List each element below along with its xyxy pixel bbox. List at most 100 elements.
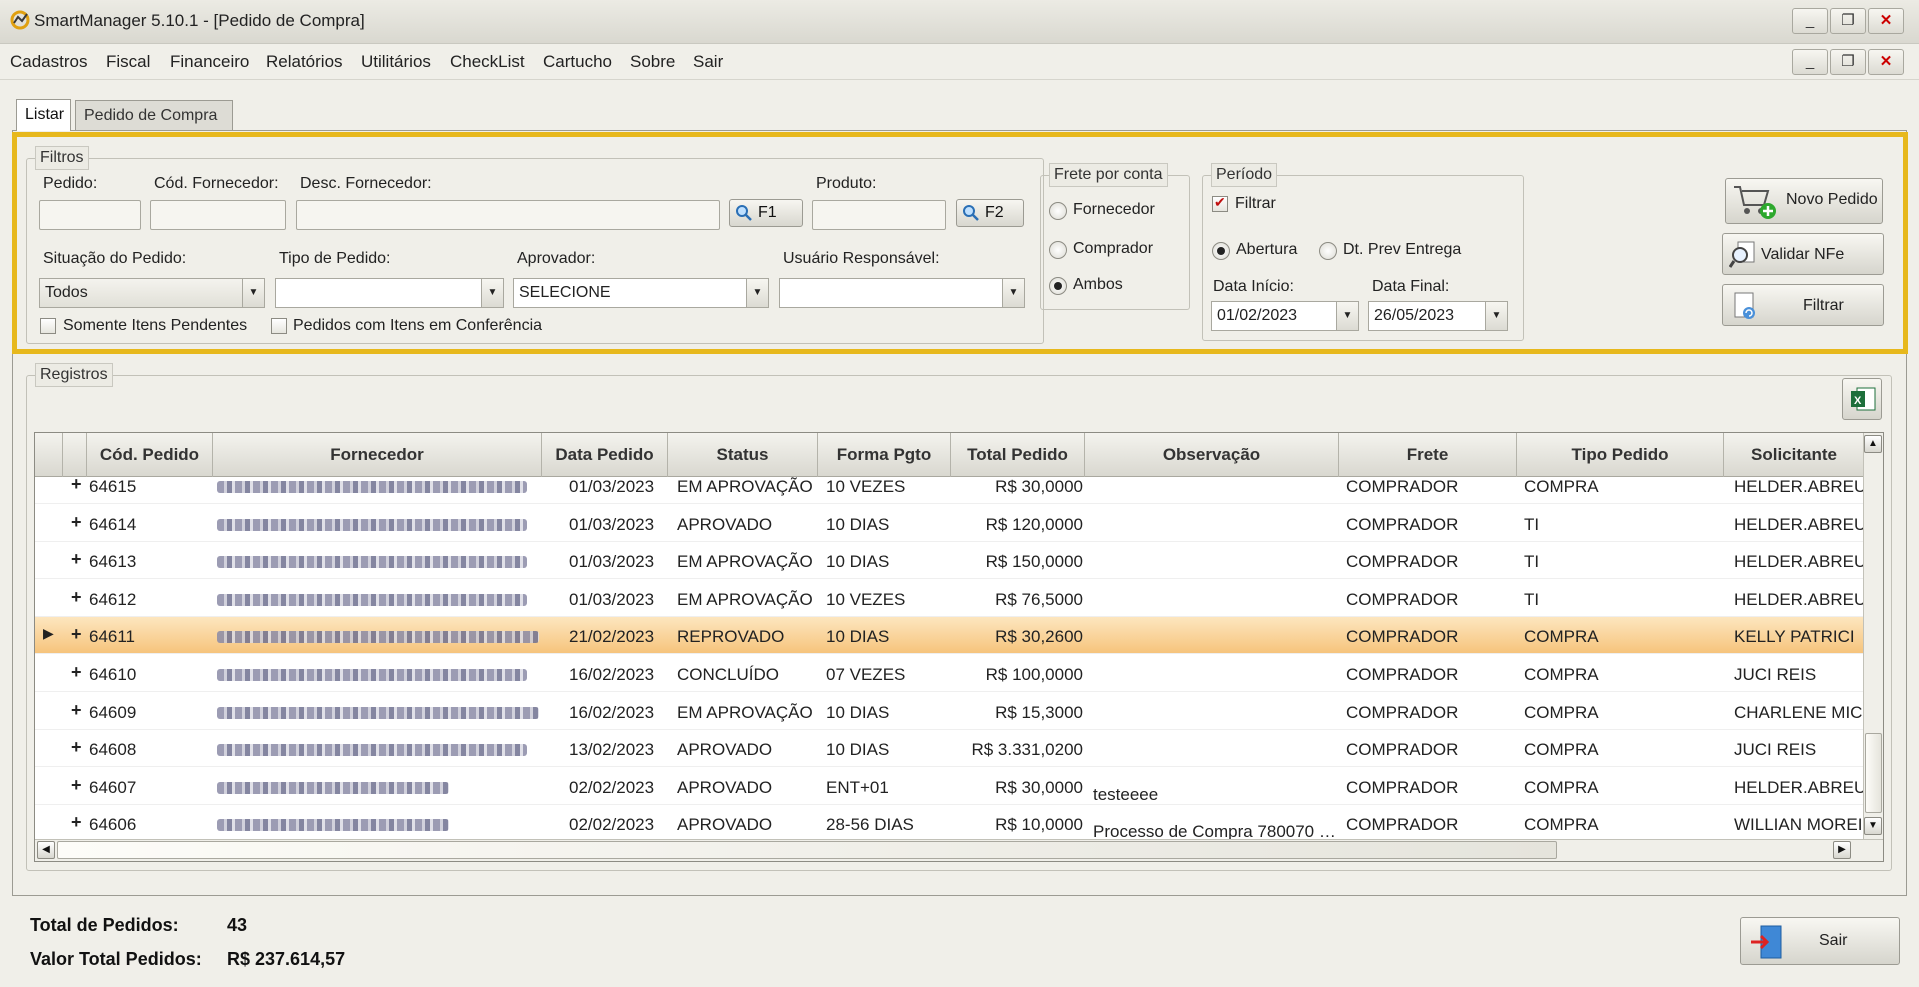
col-header-forma-pgto[interactable]: Forma Pgto	[818, 433, 951, 477]
excel-export-button[interactable]: X	[1842, 378, 1882, 420]
table-row[interactable]: +64607 02/02/2023 APROVADO ENT+01 R$ 30,0000…	[35, 768, 1865, 805]
scroll-left-icon[interactable]: ◀	[37, 841, 55, 859]
data-inicio-picker[interactable]: 01/02/2023 ▼	[1211, 301, 1359, 331]
scroll-right-icon[interactable]: ▶	[1833, 841, 1851, 859]
menu-checklist[interactable]: CheckList	[450, 52, 525, 72]
expand-row-icon[interactable]: +	[71, 549, 82, 570]
expand-row-icon[interactable]: +	[71, 775, 82, 796]
cod-fornecedor-input[interactable]	[150, 200, 286, 230]
table-row[interactable]: +64610 16/02/2023 CONCLUÍDO 07 VEZES R$ 100,…	[35, 655, 1865, 692]
cell-cod-pedido: 64609	[89, 702, 137, 722]
expand-row-icon[interactable]: +	[71, 812, 82, 833]
row-indicator-header	[35, 433, 63, 477]
expand-row-icon[interactable]: +	[71, 737, 82, 758]
col-header-fornecedor[interactable]: Fornecedor	[213, 433, 542, 477]
vertical-scrollbar[interactable]: ▲ ▼	[1863, 433, 1883, 839]
col-header-status[interactable]: Status	[668, 433, 818, 477]
menu-cartucho[interactable]: Cartucho	[543, 52, 612, 72]
menu-sobre[interactable]: Sobre	[630, 52, 675, 72]
col-header-cod-pedido[interactable]: Cód. Pedido	[87, 433, 213, 477]
col-header-total-pedido[interactable]: Total Pedido	[951, 433, 1085, 477]
frete-ambos-radio[interactable]	[1049, 277, 1067, 295]
frete-ambos-label: Ambos	[1073, 276, 1123, 293]
table-row[interactable]: ▶ +64611 21/02/2023 REPROVADO 10 DIAS R$ 30,2…	[35, 617, 1865, 655]
produto-input[interactable]	[812, 200, 946, 230]
menu-relatorios[interactable]: Relatórios	[266, 52, 343, 72]
restore-button[interactable]: ❐	[1830, 8, 1866, 34]
total-pedidos-value: 43	[227, 915, 248, 935]
cell-data-pedido: 01/03/2023	[569, 477, 655, 496]
desc-fornecedor-label: Desc. Fornecedor:	[300, 175, 432, 192]
conferencia-checkbox[interactable]	[271, 318, 287, 334]
col-header-frete[interactable]: Frete	[1339, 433, 1517, 477]
mdi-minimize-button[interactable]: _	[1792, 49, 1828, 75]
scroll-up-icon[interactable]: ▲	[1864, 435, 1882, 453]
cell-observacao: testeeee	[1093, 784, 1159, 804]
table-row[interactable]: +64608 13/02/2023 APROVADO 10 DIAS R$ 3.331,…	[35, 730, 1865, 768]
chevron-down-icon[interactable]: ▼	[1002, 279, 1024, 307]
abertura-label: Abertura	[1236, 241, 1298, 258]
table-row[interactable]: +64614 01/03/2023 APROVADO 10 DIAS R$ 120,00…	[35, 505, 1865, 542]
validar-nfe-button[interactable]: Validar NFe	[1722, 233, 1884, 275]
menu-utilitarios[interactable]: Utilitários	[361, 52, 431, 72]
filtrar-button[interactable]: Filtrar	[1722, 284, 1884, 326]
calendar-dropdown-icon[interactable]: ▼	[1485, 302, 1507, 330]
chevron-down-icon[interactable]: ▼	[481, 279, 503, 307]
frete-fornecedor-radio[interactable]	[1049, 202, 1067, 220]
table-row[interactable]: +64615 01/03/2023 EM APROVAÇÃO 10 VEZES R$ 3…	[35, 477, 1865, 504]
tab-pedido-de-compra[interactable]: Pedido de Compra	[75, 100, 233, 130]
horizontal-scroll-thumb[interactable]	[57, 841, 1557, 859]
expand-row-icon[interactable]: +	[71, 587, 82, 608]
col-header-data-pedido[interactable]: Data Pedido	[542, 433, 668, 477]
cell-status: EM APROVAÇÃO	[677, 477, 813, 496]
sair-button[interactable]: Sair	[1740, 917, 1900, 965]
chevron-down-icon[interactable]: ▼	[746, 279, 768, 307]
somente-pendentes-checkbox[interactable]	[40, 318, 56, 334]
col-header-solicitante[interactable]: Solicitante	[1724, 433, 1865, 477]
data-final-picker[interactable]: 26/05/2023 ▼	[1368, 301, 1508, 331]
table-row[interactable]: +64606 02/02/2023 APROVADO 28-56 DIAS R$ 10,…	[35, 805, 1865, 839]
chevron-down-icon[interactable]: ▼	[242, 279, 264, 307]
usuario-select[interactable]: ▼	[779, 278, 1025, 308]
tipo-pedido-select[interactable]: ▼	[275, 278, 504, 308]
cell-status: REPROVADO	[677, 627, 785, 647]
col-header-tipo-pedido[interactable]: Tipo Pedido	[1517, 433, 1724, 477]
table-row[interactable]: +64612 01/03/2023 EM APROVAÇÃO 10 VEZES R$ 7…	[35, 580, 1865, 617]
col-header-observacao[interactable]: Observação	[1085, 433, 1339, 477]
menu-cadastros[interactable]: Cadastros	[10, 52, 87, 72]
cell-frete: COMPRADOR	[1346, 477, 1459, 496]
filtrar-periodo-checkbox[interactable]	[1212, 194, 1228, 212]
vertical-scroll-thumb[interactable]	[1865, 733, 1882, 813]
horizontal-scrollbar[interactable]: ◀ ▶	[35, 839, 1883, 861]
menu-sair[interactable]: Sair	[693, 52, 723, 72]
tab-listar[interactable]: Listar	[16, 99, 71, 131]
f1-button[interactable]: F1	[729, 199, 803, 227]
dt-prev-entrega-radio[interactable]	[1319, 242, 1337, 260]
mdi-restore-button[interactable]: ❐	[1830, 49, 1866, 75]
novo-pedido-button[interactable]: Novo Pedido	[1725, 178, 1883, 224]
expand-row-icon[interactable]: +	[71, 512, 82, 533]
frete-comprador-radio[interactable]	[1049, 241, 1067, 259]
desc-fornecedor-input[interactable]	[296, 200, 720, 230]
table-row[interactable]: +64613 01/03/2023 EM APROVAÇÃO 10 DIAS R$ 15…	[35, 542, 1865, 580]
scroll-down-icon[interactable]: ▼	[1864, 817, 1882, 835]
mdi-close-button[interactable]: ✕	[1868, 49, 1904, 75]
expand-row-icon[interactable]: +	[71, 624, 82, 645]
table-row[interactable]: +64609 16/02/2023 EM APROVAÇÃO 10 DIAS R$ 15…	[35, 693, 1865, 730]
expand-row-icon[interactable]: +	[71, 700, 82, 721]
expand-row-icon[interactable]: +	[71, 662, 82, 683]
menu-financeiro[interactable]: Financeiro	[170, 52, 249, 72]
abertura-radio[interactable]	[1212, 242, 1230, 260]
pedido-input[interactable]	[39, 200, 141, 230]
situacao-label: Situação do Pedido:	[43, 250, 187, 267]
registros-legend: Registros	[35, 363, 113, 387]
f2-button[interactable]: F2	[956, 199, 1024, 227]
menu-fiscal[interactable]: Fiscal	[106, 52, 150, 72]
calendar-dropdown-icon[interactable]: ▼	[1336, 302, 1358, 330]
situacao-select[interactable]: Todos ▼	[39, 278, 265, 308]
cell-total-pedido: R$ 30,0000	[995, 477, 1083, 496]
close-button[interactable]: ✕	[1868, 8, 1904, 34]
minimize-button[interactable]: _	[1792, 8, 1828, 34]
expand-row-icon[interactable]: +	[71, 477, 82, 495]
aprovador-select[interactable]: SELECIONE ▼	[513, 278, 769, 308]
